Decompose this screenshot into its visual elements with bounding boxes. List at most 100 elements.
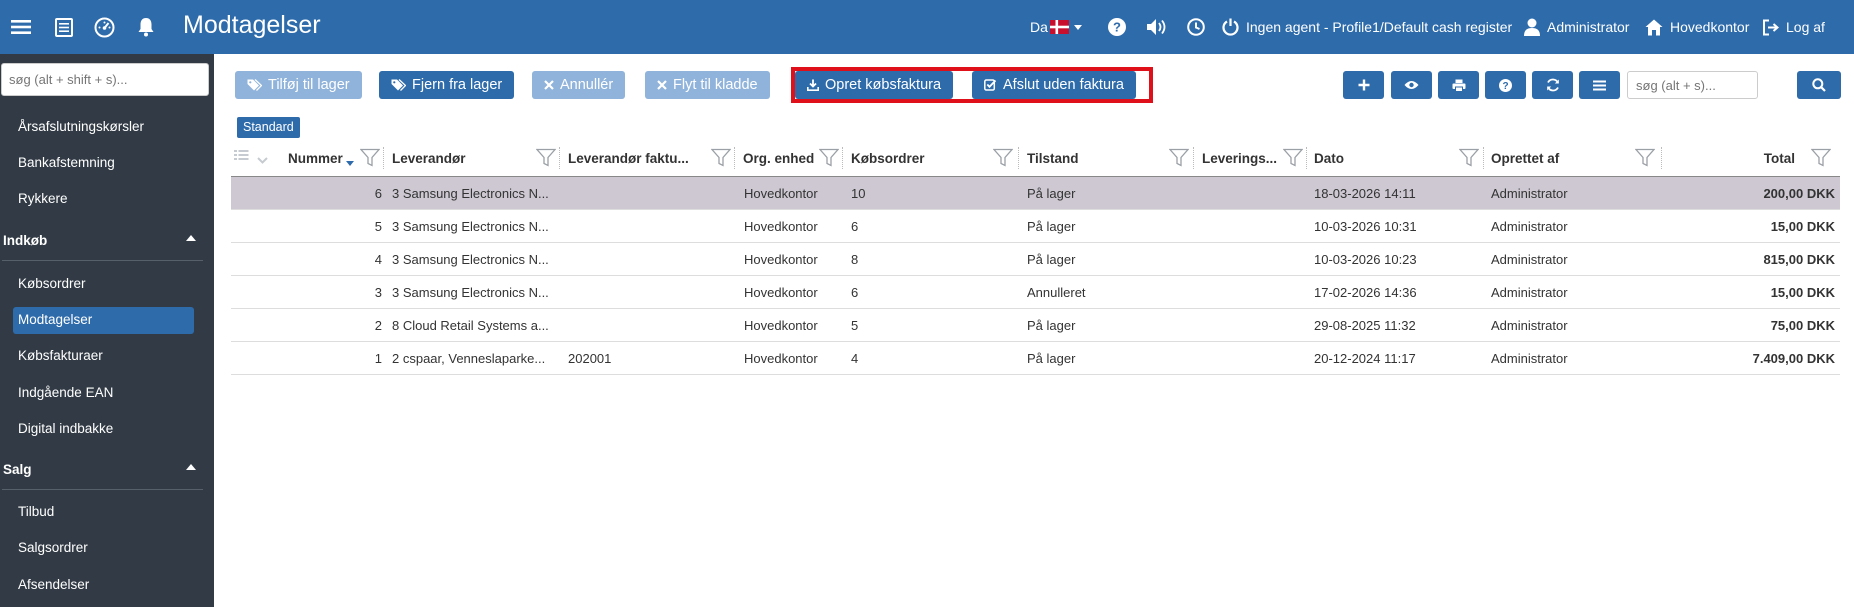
sidebar-section-sales[interactable]: Salg [3, 462, 32, 477]
caret-up-icon[interactable] [186, 235, 196, 241]
filter-icon[interactable] [535, 148, 557, 170]
sidebar-item-bank-reconciliation[interactable]: Bankafstemning [18, 155, 115, 170]
column-separator[interactable] [559, 147, 560, 169]
sidebar-item-purchase-invoices[interactable]: Købsfakturaer [18, 348, 103, 363]
add-to-stock-button[interactable]: Tilføj til lager [235, 71, 362, 99]
search-button[interactable] [1797, 71, 1841, 99]
column-header-state[interactable]: Tilstand [1027, 151, 1079, 166]
view-badge[interactable]: Standard [237, 117, 300, 138]
column-separator[interactable] [734, 147, 735, 169]
divider [2, 489, 203, 490]
sidebar-item-sales-orders[interactable]: Salgsordrer [18, 540, 88, 555]
refresh-button[interactable] [1532, 71, 1573, 99]
cell-total: 7.409,00 DKK [1752, 351, 1835, 366]
cell-number: 5 [374, 219, 382, 234]
user-menu[interactable]: Administrator [1524, 0, 1629, 54]
table-row[interactable]: 2 8 Cloud Retail Systems a... Hovedkontor 5… [231, 309, 1840, 342]
filter-icon[interactable] [992, 148, 1014, 170]
print-button[interactable] [1438, 71, 1479, 99]
column-separator[interactable] [1193, 147, 1194, 169]
column-header-total[interactable]: Total [1760, 151, 1795, 166]
sidebar-item-reminders[interactable]: Rykkere [18, 191, 68, 206]
column-header-created-by[interactable]: Oprettet af [1491, 151, 1559, 166]
help-button[interactable]: ? [1485, 71, 1526, 99]
cell-number: 4 [374, 252, 382, 267]
sidebar-item-digital-inbox[interactable]: Digital indbakke [18, 421, 113, 436]
column-header-supplier-invoice[interactable]: Leverandør faktu... [568, 151, 689, 166]
cell-delivery [1202, 309, 1302, 342]
list-icon[interactable] [54, 0, 74, 54]
caret-up-icon[interactable] [186, 464, 196, 470]
table-row[interactable]: 4 3 Samsung Electronics N... Hovedkontor 8 P… [231, 243, 1840, 276]
column-separator[interactable] [1483, 147, 1484, 169]
language-selector[interactable]: Da [1030, 0, 1089, 54]
sidebar-search-input[interactable] [1, 63, 209, 96]
sidebar-item-receipts[interactable]: Modtagelser [18, 312, 92, 327]
column-header-date[interactable]: Dato [1314, 151, 1344, 166]
cell-number: 6 [374, 186, 382, 201]
view-button[interactable] [1391, 71, 1432, 99]
sidebar-item-year-end[interactable]: Årsafslutningskørsler [18, 119, 144, 134]
home-icon [1645, 19, 1663, 35]
filter-icon[interactable] [359, 148, 381, 170]
add-button[interactable] [1343, 71, 1384, 99]
column-header-org-unit[interactable]: Org. enhed [743, 151, 814, 166]
cancel-button[interactable]: Annullér [532, 71, 626, 99]
cell-total: 200,00 DKK [1763, 186, 1835, 201]
cell-state: På lager [1027, 219, 1076, 234]
table-row[interactable]: 6 3 Samsung Electronics N... Hovedkontor 10… [231, 177, 1840, 210]
menu-icon[interactable] [10, 0, 32, 54]
grid-menu-icon[interactable] [234, 148, 249, 165]
column-separator[interactable] [383, 147, 384, 169]
eye-icon [1404, 81, 1419, 89]
sidebar-item-incoming-ean[interactable]: Indgående EAN [18, 385, 113, 400]
table-row[interactable]: 1 2 cspaar, Venneslaparke... 202001 Hovedko… [231, 342, 1840, 375]
filter-icon[interactable] [1810, 148, 1832, 170]
columns-menu-button[interactable] [1579, 71, 1620, 99]
help-icon[interactable]: ? [1106, 0, 1128, 54]
sidebar-item-shipments[interactable]: Afsendelser [18, 577, 89, 592]
top-bar: Modtagelser Da ? Ingen agent - Profile1/… [0, 0, 1854, 54]
table-row[interactable]: 5 3 Samsung Electronics N... Hovedkontor 6 P… [231, 210, 1840, 243]
sort-down-icon[interactable] [346, 154, 354, 169]
column-separator[interactable] [842, 147, 843, 169]
cell-supplier: 8 Cloud Retail Systems a... [392, 318, 549, 333]
chevron-down-icon[interactable] [257, 152, 268, 167]
agent-status[interactable]: Ingen agent - Profile1/Default cash regi… [1222, 0, 1512, 54]
cell-state: På lager [1027, 252, 1076, 267]
cell-date: 29-08-2025 11:32 [1314, 318, 1416, 333]
bell-icon[interactable] [136, 0, 156, 54]
cell-total: 15,00 DKK [1770, 219, 1835, 234]
filter-icon[interactable] [818, 148, 840, 170]
filter-icon[interactable] [1458, 148, 1480, 170]
cell-purchase-orders: 6 [851, 285, 859, 300]
filter-icon[interactable] [1168, 148, 1190, 170]
column-header-supplier[interactable]: Leverandør [392, 151, 466, 166]
column-separator[interactable] [1018, 147, 1019, 169]
location-menu[interactable]: Hovedkontor [1645, 0, 1749, 54]
column-header-delivery[interactable]: Leverings... [1202, 151, 1277, 166]
dashboard-icon[interactable] [93, 0, 115, 54]
column-separator[interactable] [1306, 147, 1307, 169]
cell-date: 20-12-2024 11:17 [1314, 351, 1416, 366]
list-icon [1593, 80, 1606, 90]
clock-icon[interactable] [1186, 0, 1206, 54]
filter-icon[interactable] [710, 148, 732, 170]
search-input[interactable] [1627, 71, 1758, 99]
filter-icon[interactable] [1634, 148, 1656, 170]
table-row[interactable]: 3 3 Samsung Electronics N... Hovedkontor 6 A… [231, 276, 1840, 309]
column-header-purchase-orders[interactable]: Købsordrer [851, 151, 925, 166]
sidebar-item-purchase-orders[interactable]: Købsordrer [18, 276, 86, 291]
sidebar-item-quotes[interactable]: Tilbud [18, 504, 54, 519]
column-header-number[interactable]: Nummer [288, 151, 343, 166]
location-name: Hovedkontor [1670, 19, 1750, 35]
remove-from-stock-button[interactable]: Fjern fra lager [379, 71, 515, 99]
logout-button[interactable]: Log af [1762, 0, 1825, 54]
move-to-draft-button[interactable]: Flyt til kladde [645, 71, 770, 99]
cell-total: 815,00 DKK [1763, 252, 1835, 267]
column-separator[interactable] [1661, 147, 1662, 169]
sidebar-section-purchase[interactable]: Indkøb [3, 233, 47, 248]
speaker-icon[interactable] [1146, 0, 1168, 54]
cell-delivery [1202, 243, 1302, 276]
filter-icon[interactable] [1282, 148, 1304, 170]
